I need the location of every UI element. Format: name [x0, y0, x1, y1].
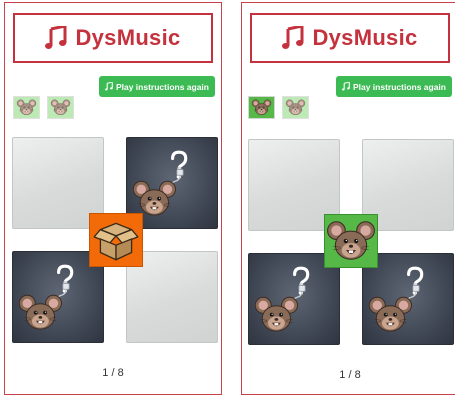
music-note-icon [105, 82, 113, 91]
mouse-icon [325, 215, 377, 267]
app-title: DysMusic [75, 25, 181, 50]
progress-thumb-remaining [47, 96, 74, 119]
play-instructions-button[interactable]: Play instructions again [98, 76, 215, 97]
app-title: DysMusic [312, 25, 418, 50]
music-note-icon [282, 26, 304, 50]
app-header: DysMusic [13, 13, 213, 63]
mouse-icon [14, 97, 39, 118]
progress-thumb-remaining [13, 96, 40, 119]
draggable-sound-tile[interactable] [324, 214, 378, 268]
music-note-icon [342, 82, 350, 91]
mouse-icon [48, 97, 73, 118]
play-instructions-button[interactable]: Play instructions again [335, 76, 452, 97]
music-note-icon [45, 26, 67, 50]
dropbox-icon [90, 214, 142, 266]
page-counter: 1 / 8 [339, 369, 361, 381]
progress-thumb-found [248, 96, 275, 119]
game-panel-right: DysMusic Play instructions again 1 / 8 [241, 2, 455, 395]
app-header: DysMusic [250, 13, 450, 63]
game-panel-left: DysMusic Play instructions again 1 / 8 [4, 2, 222, 395]
mouse-icon [249, 97, 274, 118]
draggable-sound-tile[interactable] [89, 213, 143, 267]
play-instructions-label: Play instructions again [115, 81, 209, 92]
mouse-icon [283, 97, 308, 118]
play-instructions-label: Play instructions again [352, 81, 446, 92]
page-counter: 1 / 8 [102, 367, 124, 379]
progress-thumb-remaining [282, 96, 309, 119]
